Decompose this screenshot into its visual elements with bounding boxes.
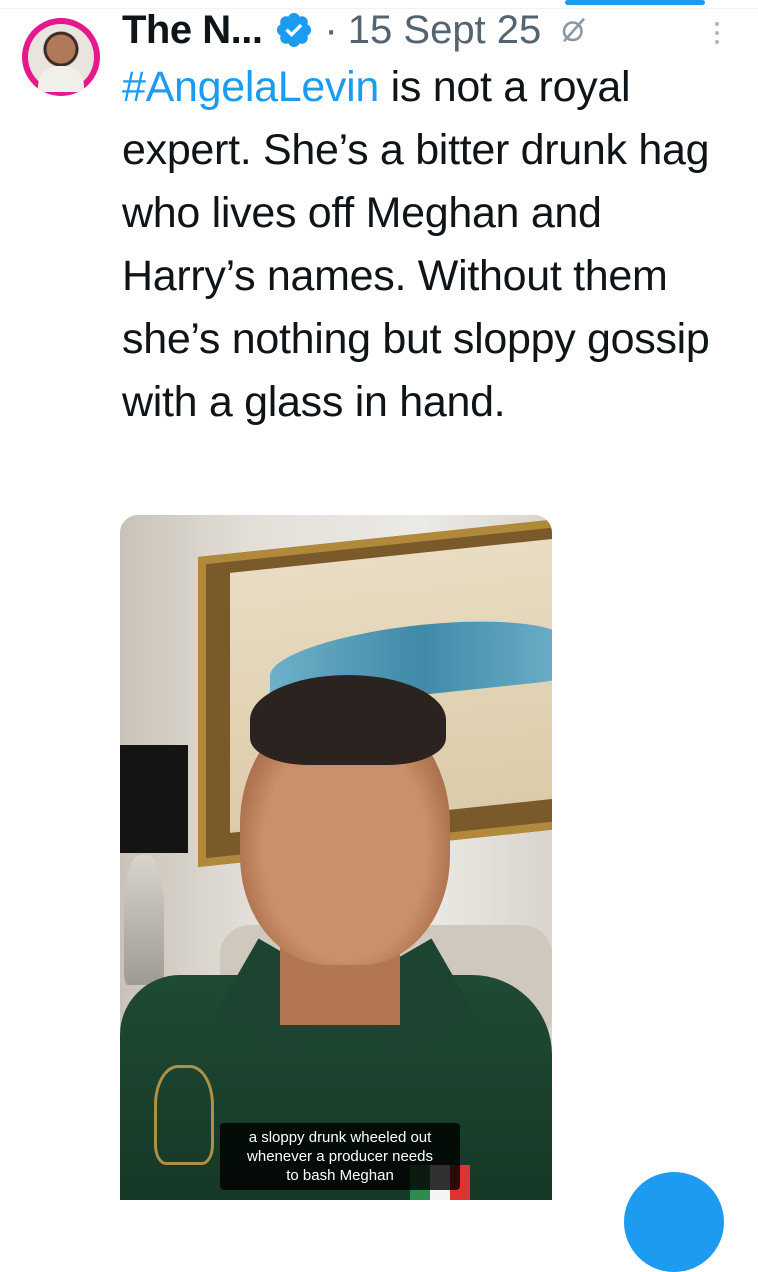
lamp-shade <box>120 745 188 853</box>
tweet-header: The N... · 15 Sept 25 <box>122 2 742 58</box>
tweet-text: is not a royal expert. She’s a bitter dr… <box>122 63 710 426</box>
tweet-date[interactable]: 15 Sept 25 <box>348 8 542 53</box>
header-separator: · <box>324 7 338 52</box>
caption-line: a sloppy drunk wheeled out <box>248 1129 432 1146</box>
caption-line: whenever a producer needs <box>247 1148 433 1165</box>
lamp-base <box>124 855 164 985</box>
tweet-video[interactable]: a sloppy drunk wheeled out whenever a pr… <box>120 515 552 1200</box>
speaker-hair <box>250 675 446 765</box>
verified-badge-icon <box>277 12 312 48</box>
avatar-shirt <box>38 66 84 92</box>
muted-icon <box>563 17 586 43</box>
video-caption: a sloppy drunk wheeled out whenever a pr… <box>220 1123 460 1190</box>
author-name[interactable]: The N... <box>122 8 263 53</box>
tweet-body: #AngelaLevin is not a royal expert. She’… <box>122 56 742 434</box>
shirt-logo <box>154 1065 214 1165</box>
compose-button[interactable] <box>624 1172 724 1272</box>
caption-line: to bash Meghan <box>286 1167 394 1184</box>
author-avatar[interactable] <box>22 18 100 96</box>
hashtag-link[interactable]: #AngelaLevin <box>122 63 379 111</box>
more-options-icon[interactable] <box>712 22 722 48</box>
